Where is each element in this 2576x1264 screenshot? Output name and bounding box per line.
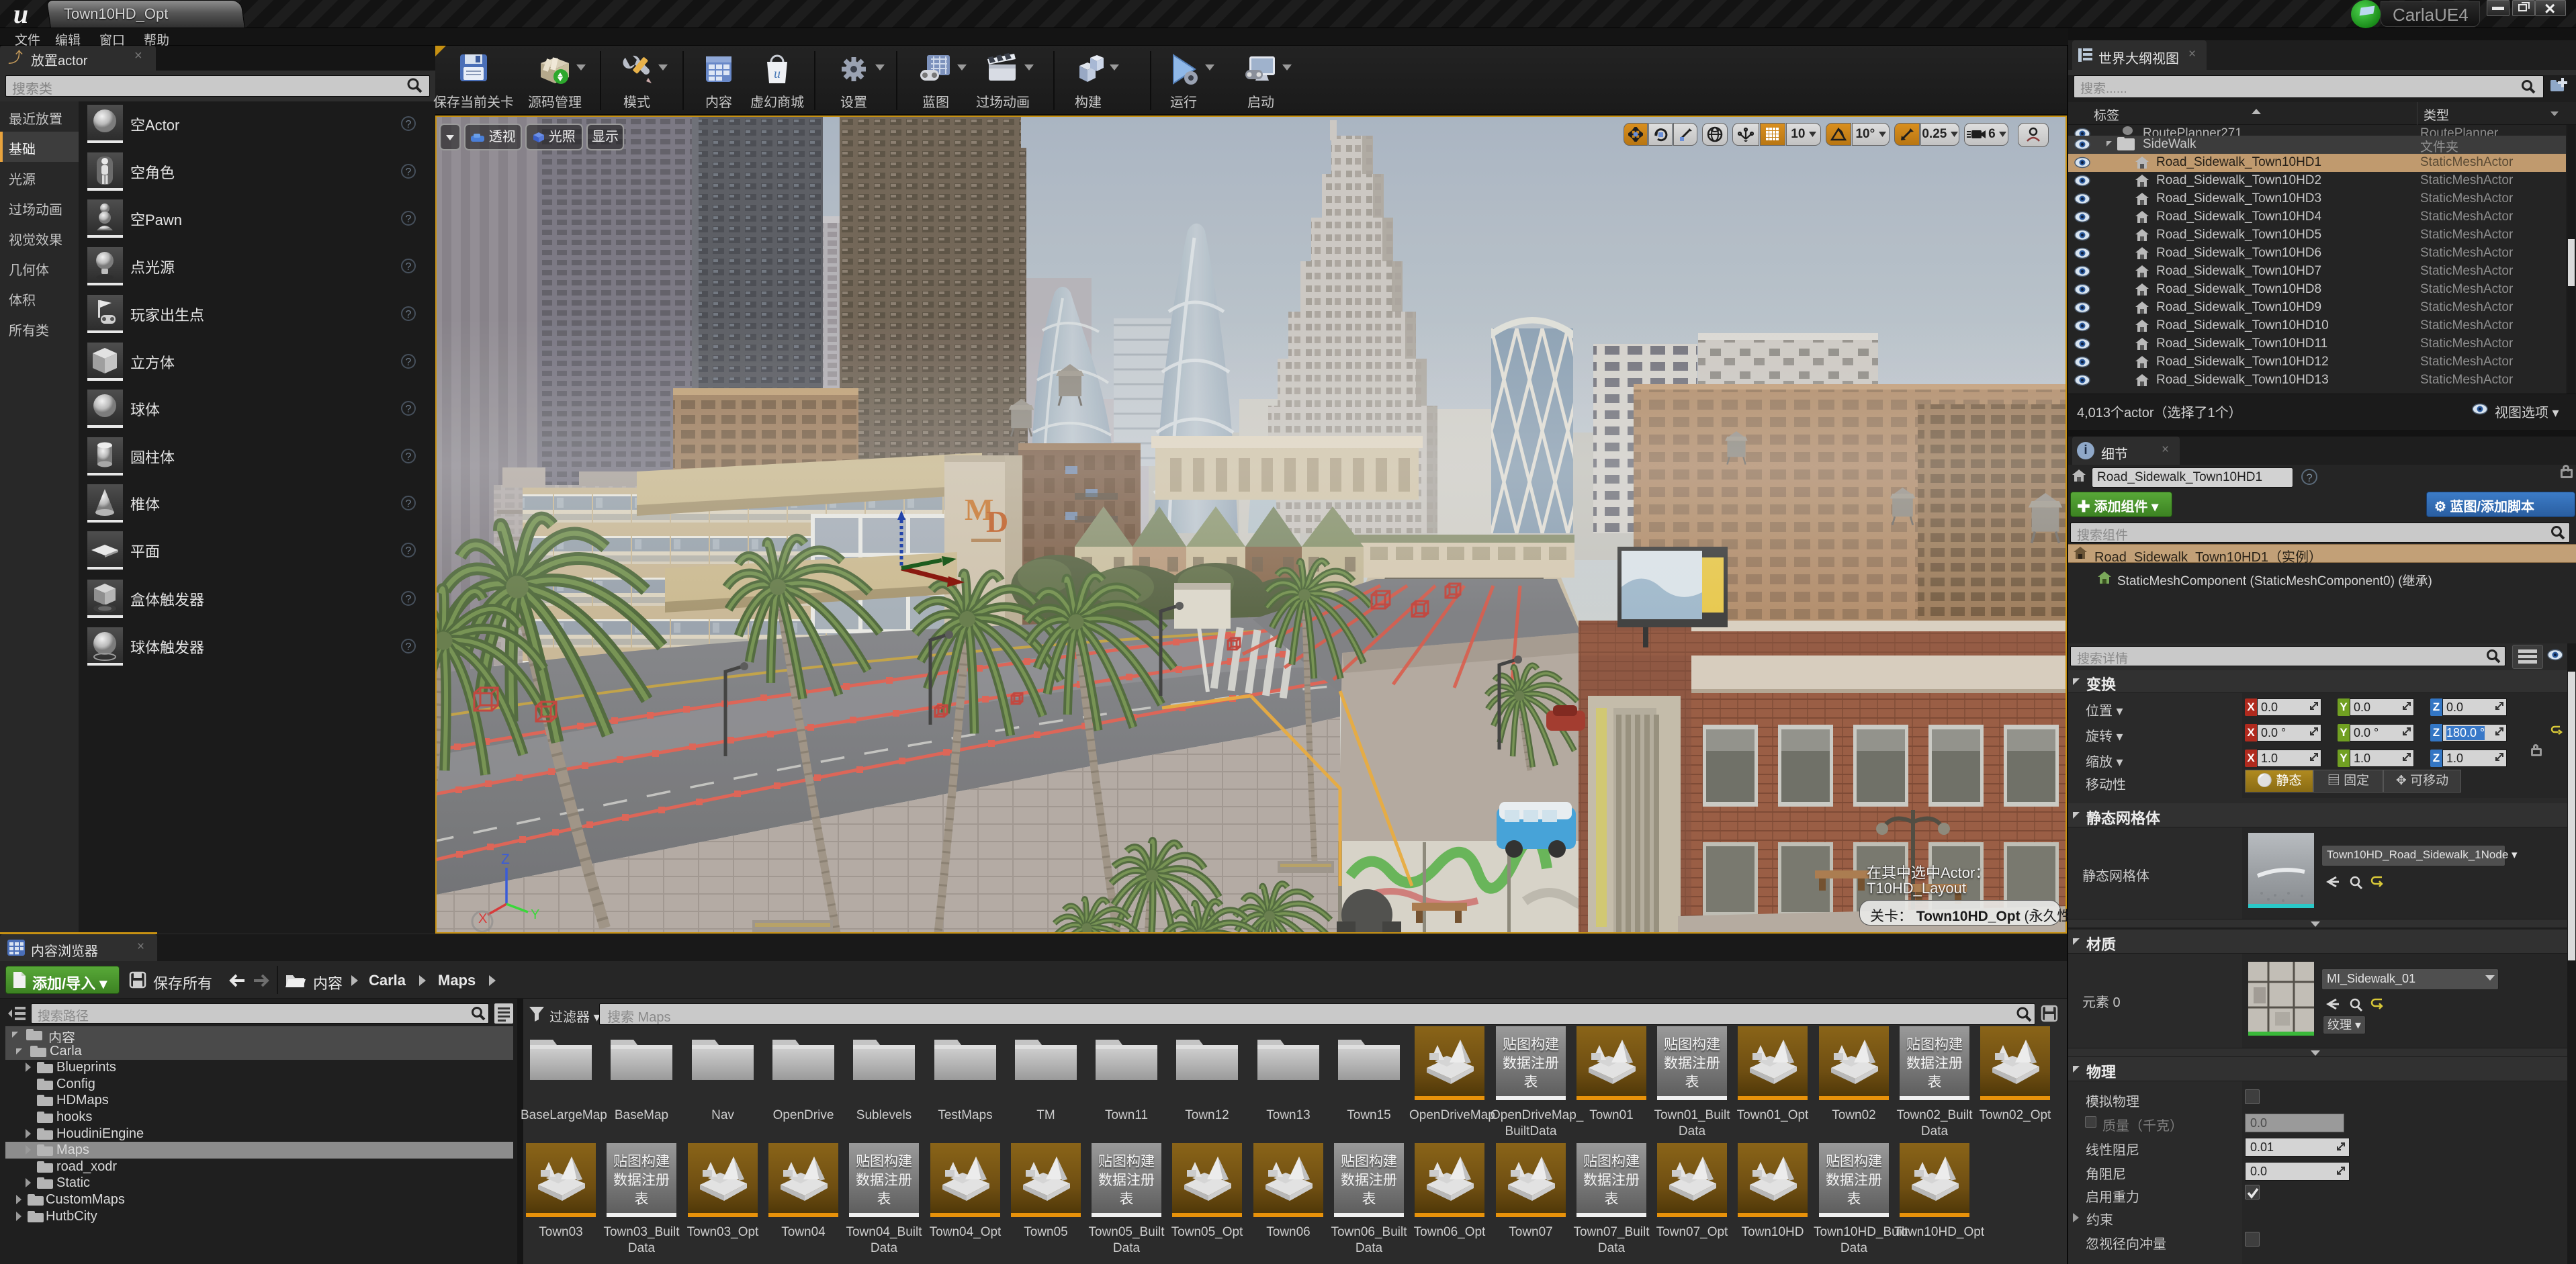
svg-text:贴图构建: 贴图构建 — [1503, 1037, 1559, 1052]
svg-text:X: X — [478, 911, 487, 926]
svg-text:表: 表 — [877, 1191, 891, 1207]
svg-text:表: 表 — [1847, 1191, 1861, 1207]
svg-text:贴图构建: 贴图构建 — [1664, 1037, 1720, 1052]
svg-text:贴图构建: 贴图构建 — [856, 1154, 912, 1169]
svg-text:数据注册: 数据注册 — [1098, 1173, 1155, 1188]
svg-text:贴图构建: 贴图构建 — [613, 1154, 670, 1169]
svg-text:Y: Y — [531, 907, 539, 922]
svg-text:数据注册: 数据注册 — [1341, 1173, 1397, 1188]
svg-text:表: 表 — [1928, 1075, 1942, 1090]
svg-text:数据注册: 数据注册 — [1503, 1056, 1559, 1071]
svg-text:表: 表 — [1605, 1191, 1619, 1207]
svg-text:数据注册: 数据注册 — [613, 1173, 670, 1188]
svg-text:表: 表 — [635, 1191, 649, 1207]
svg-text:数据注册: 数据注册 — [1906, 1056, 1963, 1071]
svg-text:u: u — [774, 66, 781, 81]
svg-text:贴图构建: 贴图构建 — [1583, 1154, 1640, 1169]
svg-text:数据注册: 数据注册 — [1826, 1173, 1882, 1188]
svg-text:表: 表 — [1685, 1075, 1699, 1090]
svg-text:数据注册: 数据注册 — [856, 1173, 912, 1188]
svg-text:贴图构建: 贴图构建 — [1826, 1154, 1882, 1169]
svg-text:数据注册: 数据注册 — [1583, 1173, 1640, 1188]
svg-text:贴图构建: 贴图构建 — [1098, 1154, 1155, 1169]
svg-text:数据注册: 数据注册 — [1664, 1056, 1720, 1071]
svg-text:贴图构建: 贴图构建 — [1341, 1154, 1397, 1169]
svg-text:表: 表 — [1524, 1075, 1538, 1090]
svg-text:Z: Z — [501, 852, 510, 867]
svg-text:表: 表 — [1362, 1191, 1376, 1207]
svg-text:贴图构建: 贴图构建 — [1906, 1037, 1963, 1052]
svg-text:表: 表 — [1120, 1191, 1134, 1207]
